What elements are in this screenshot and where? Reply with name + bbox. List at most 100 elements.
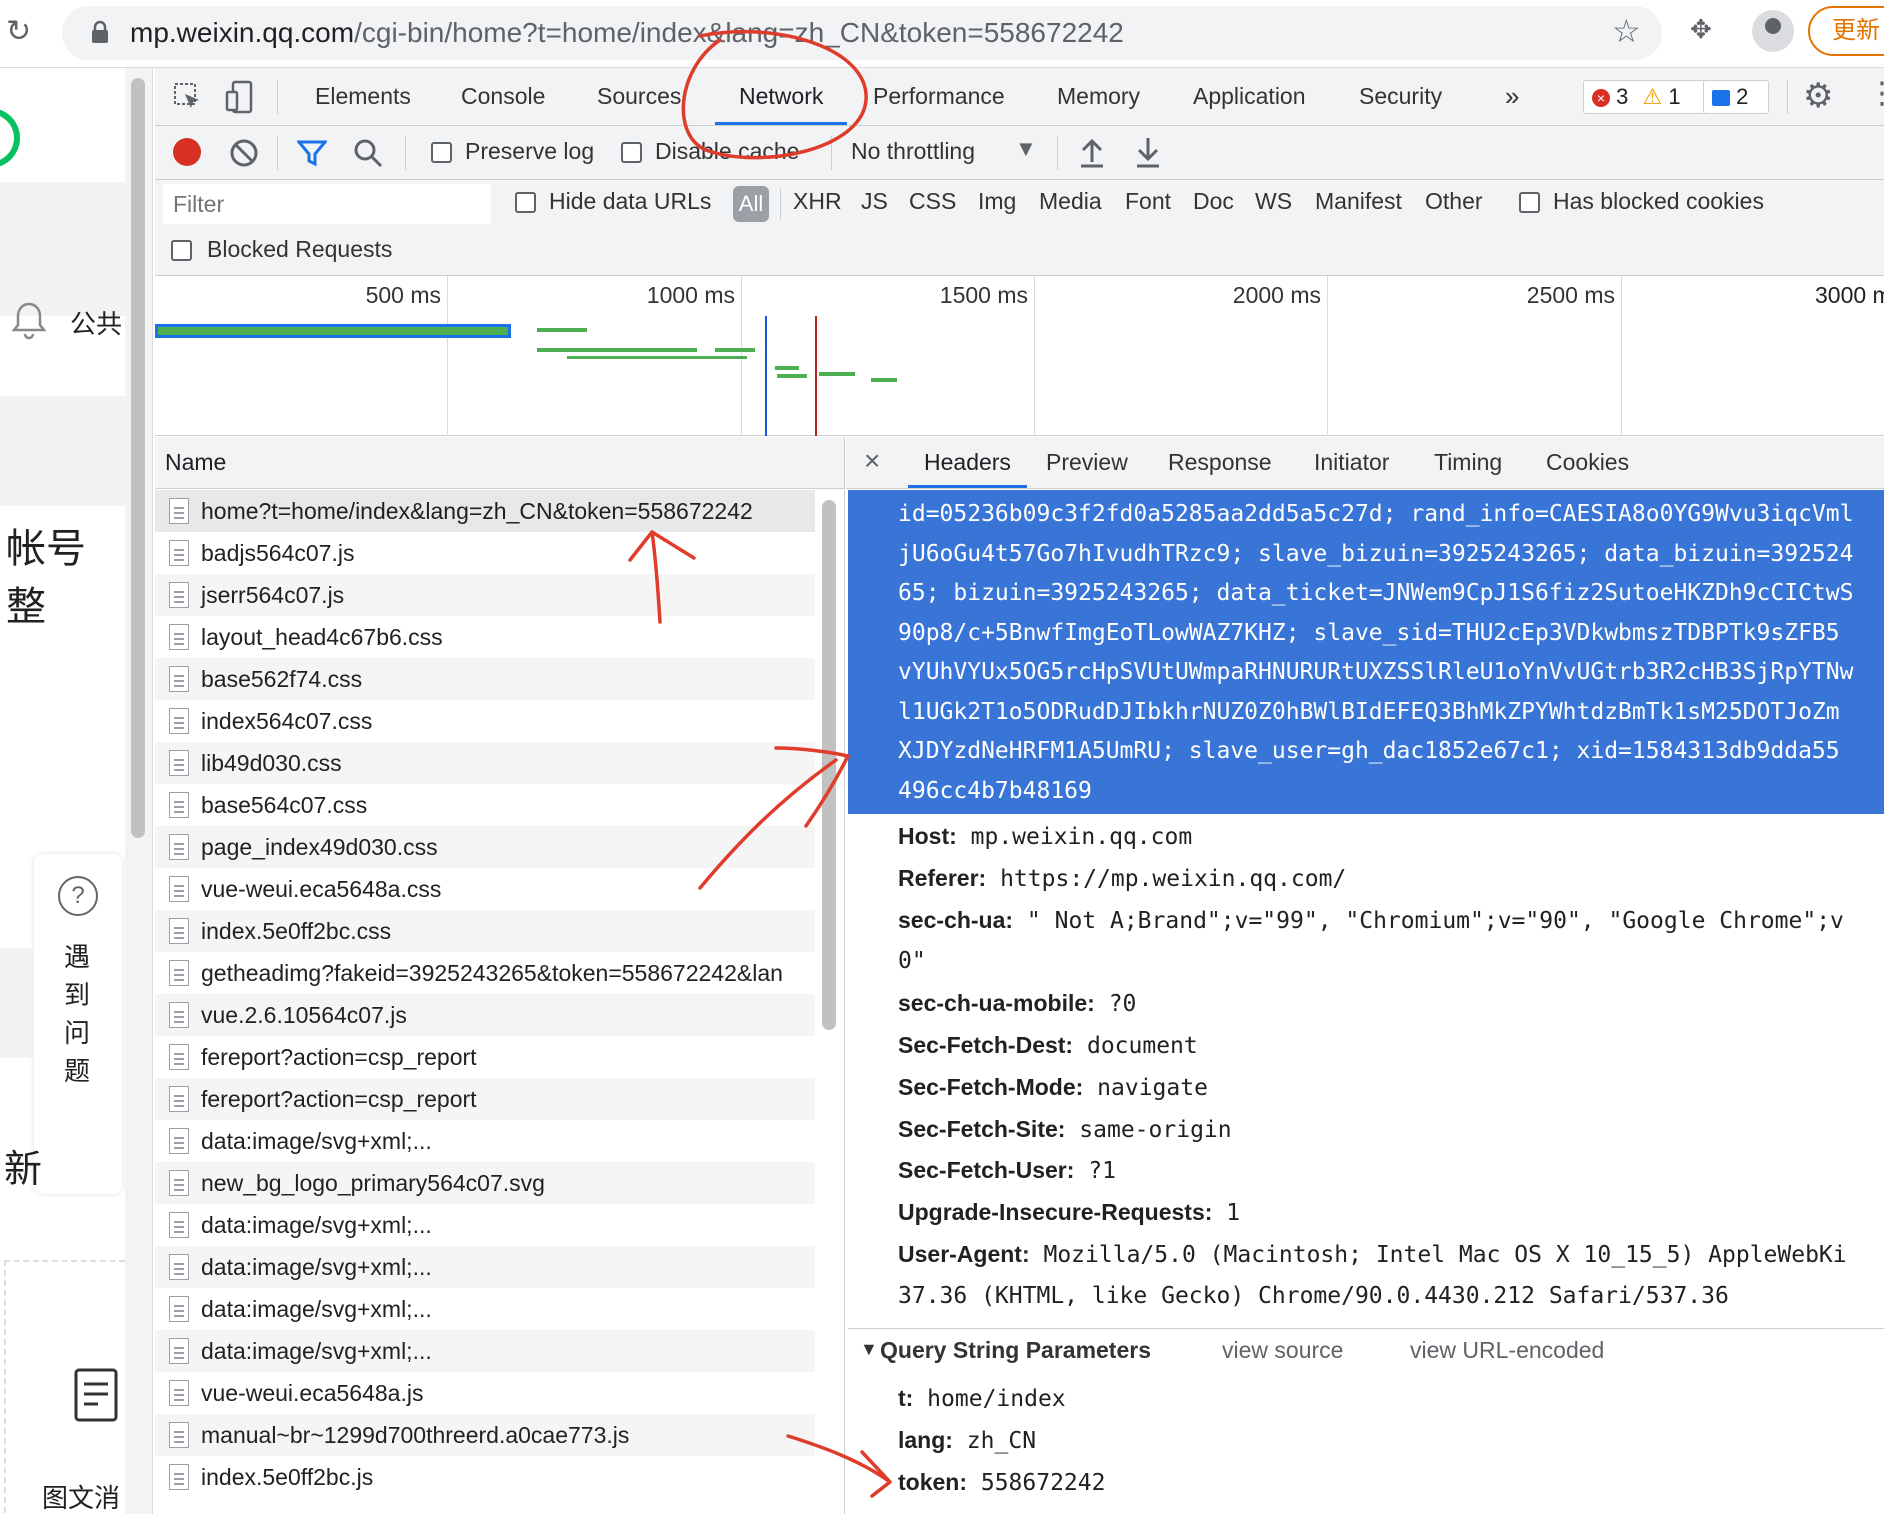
requests-scrollbar-thumb[interactable] (822, 500, 836, 1030)
type-ws[interactable]: WS (1255, 188, 1292, 215)
request-row[interactable]: fereport?action=csp_report (155, 1078, 815, 1120)
request-row[interactable]: base564c07.css (155, 784, 815, 826)
request-row[interactable]: layout_head4c67b6.css (155, 616, 815, 658)
throttling-select[interactable]: No throttling (851, 138, 975, 165)
tab-response[interactable]: Response (1168, 437, 1272, 488)
throttling-dropdown-icon[interactable]: ▼ (1015, 136, 1037, 162)
messages-badge[interactable]: 2 (1703, 80, 1769, 114)
close-icon[interactable]: × (864, 445, 880, 477)
export-har-icon[interactable] (1135, 136, 1161, 168)
disable-cache-checkbox[interactable] (621, 142, 642, 163)
more-tabs-button[interactable]: » (1505, 68, 1519, 125)
request-row[interactable]: jserr564c07.js (155, 574, 815, 616)
view-source-link[interactable]: view source (1222, 1337, 1343, 1364)
request-row[interactable]: vue.2.6.10564c07.js (155, 994, 815, 1036)
tab-headers[interactable]: Headers (908, 437, 1027, 488)
query-string-section[interactable]: ▼ Query String Parameters view source vi… (848, 1328, 1884, 1374)
tab-sources[interactable]: Sources (597, 68, 681, 125)
update-button[interactable]: 更新 (1808, 6, 1884, 56)
tab-timing[interactable]: Timing (1434, 437, 1502, 488)
file-icon (169, 960, 189, 986)
request-row[interactable]: badjs564c07.js (155, 532, 815, 574)
request-row[interactable]: index564c07.css (155, 700, 815, 742)
request-row[interactable]: data:image/svg+xml;... (155, 1120, 815, 1162)
request-row[interactable]: new_bg_logo_primary564c07.svg (155, 1162, 815, 1204)
tab-network[interactable]: Network (715, 68, 848, 125)
cookie-line: XJDYzdNeHRFM1A5UmRU; slave_user=gh_dac18… (898, 738, 1840, 764)
profile-avatar[interactable] (1752, 10, 1794, 52)
tab-cookies[interactable]: Cookies (1546, 437, 1629, 488)
request-row[interactable]: index.5e0ff2bc.css (155, 910, 815, 952)
inspect-element-icon[interactable] (173, 82, 203, 112)
kebab-menu-icon[interactable]: ⋮ (1867, 76, 1884, 111)
type-other[interactable]: Other (1425, 188, 1483, 215)
tab-initiator[interactable]: Initiator (1314, 437, 1389, 488)
tab-security[interactable]: Security (1359, 68, 1442, 125)
request-name: data:image/svg+xml;... (201, 1254, 432, 1280)
devtools-tabbar: Elements Console Sources Network Perform… (155, 68, 1884, 126)
tab-elements[interactable]: Elements (315, 68, 411, 125)
extensions-icon[interactable]: ✥ (1690, 14, 1712, 45)
tab-console[interactable]: Console (461, 68, 545, 125)
tick-label: 500 ms (365, 282, 441, 308)
preserve-log-checkbox[interactable] (431, 142, 452, 163)
type-doc[interactable]: Doc (1193, 188, 1234, 215)
request-row[interactable]: vue-weui.eca5648a.css (155, 868, 815, 910)
type-xhr[interactable]: XHR (793, 188, 842, 215)
request-row[interactable]: home?t=home/index&lang=zh_CN&token=55867… (155, 490, 815, 532)
article-label: 图文消 (42, 1483, 121, 1513)
tab-application[interactable]: Application (1193, 68, 1306, 125)
view-url-encoded-link[interactable]: view URL-encoded (1410, 1337, 1604, 1364)
header-value: 37.36 (KHTML, like Gecko) Chrome/90.0.44… (898, 1282, 1729, 1309)
request-row[interactable]: data:image/svg+xml;... (155, 1288, 815, 1330)
header-key: Sec-Fetch-Dest: (898, 1032, 1074, 1058)
request-row[interactable]: data:image/svg+xml;... (155, 1204, 815, 1246)
request-row[interactable]: fereport?action=csp_report (155, 1036, 815, 1078)
type-css[interactable]: CSS (909, 188, 956, 215)
request-name: vue-weui.eca5648a.js (201, 1380, 424, 1406)
record-icon[interactable] (173, 138, 201, 166)
device-toolbar-icon[interactable] (225, 80, 255, 114)
request-row[interactable]: lib49d030.css (155, 742, 815, 784)
page-scrollbar-thumb[interactable] (131, 78, 145, 838)
requests-table-header[interactable]: Name (155, 437, 845, 489)
cookie-line: id=05236b09c3f2fd0a5285aa2dd5a5c27d; ran… (898, 501, 1854, 527)
tab-preview[interactable]: Preview (1046, 437, 1128, 488)
help-panel[interactable]: ? 遇到问题 (34, 854, 122, 1194)
request-row[interactable]: data:image/svg+xml;... (155, 1330, 815, 1372)
filter-input[interactable]: Filter (163, 184, 491, 224)
import-har-icon[interactable] (1079, 136, 1105, 168)
request-row[interactable]: base562f74.css (155, 658, 815, 700)
error-icon: × (1592, 89, 1610, 108)
request-row[interactable]: vue-weui.eca5648a.js (155, 1372, 815, 1414)
cookie-header-selected[interactable]: id=05236b09c3f2fd0a5285aa2dd5a5c27d; ran… (848, 490, 1884, 814)
clear-icon[interactable] (229, 138, 259, 168)
type-manifest[interactable]: Manifest (1315, 188, 1402, 215)
request-row[interactable]: page_index49d030.css (155, 826, 815, 868)
file-icon (169, 1254, 189, 1280)
request-row[interactable]: index.5e0ff2bc.js (155, 1456, 815, 1498)
request-name: home?t=home/index&lang=zh_CN&token=55867… (201, 498, 753, 524)
request-row[interactable]: manual~br~1299d700threerd.a0cae773.js (155, 1414, 815, 1456)
request-row[interactable]: data:image/svg+xml;... (155, 1246, 815, 1288)
address-bar[interactable]: mp.weixin.qq.com/cgi-bin/home?t=home/ind… (62, 6, 1662, 60)
reload-icon[interactable]: ↻ (6, 14, 42, 50)
type-js[interactable]: JS (861, 188, 888, 215)
search-icon[interactable] (353, 138, 383, 168)
name-column-header[interactable]: Name (165, 449, 226, 476)
type-img[interactable]: Img (978, 188, 1016, 215)
settings-gear-icon[interactable]: ⚙ (1803, 76, 1833, 116)
tab-memory[interactable]: Memory (1057, 68, 1140, 125)
tab-performance[interactable]: Performance (873, 68, 1005, 125)
collapse-triangle-icon[interactable]: ▼ (860, 1339, 878, 1360)
hide-data-urls-checkbox[interactable] (515, 192, 536, 213)
type-media[interactable]: Media (1039, 188, 1102, 215)
bookmark-star-icon[interactable]: ☆ (1612, 12, 1641, 50)
filter-funnel-icon[interactable] (297, 138, 327, 168)
network-overview-timeline[interactable]: 500 ms 1000 ms 1500 ms 2000 ms 2500 ms 3… (155, 276, 1884, 436)
has-blocked-cookies-checkbox[interactable] (1519, 192, 1540, 213)
type-all[interactable]: All (733, 186, 769, 222)
request-row[interactable]: getheadimg?fakeid=3925243265&token=55867… (155, 952, 815, 994)
blocked-requests-checkbox[interactable] (171, 240, 192, 261)
type-font[interactable]: Font (1125, 188, 1171, 215)
